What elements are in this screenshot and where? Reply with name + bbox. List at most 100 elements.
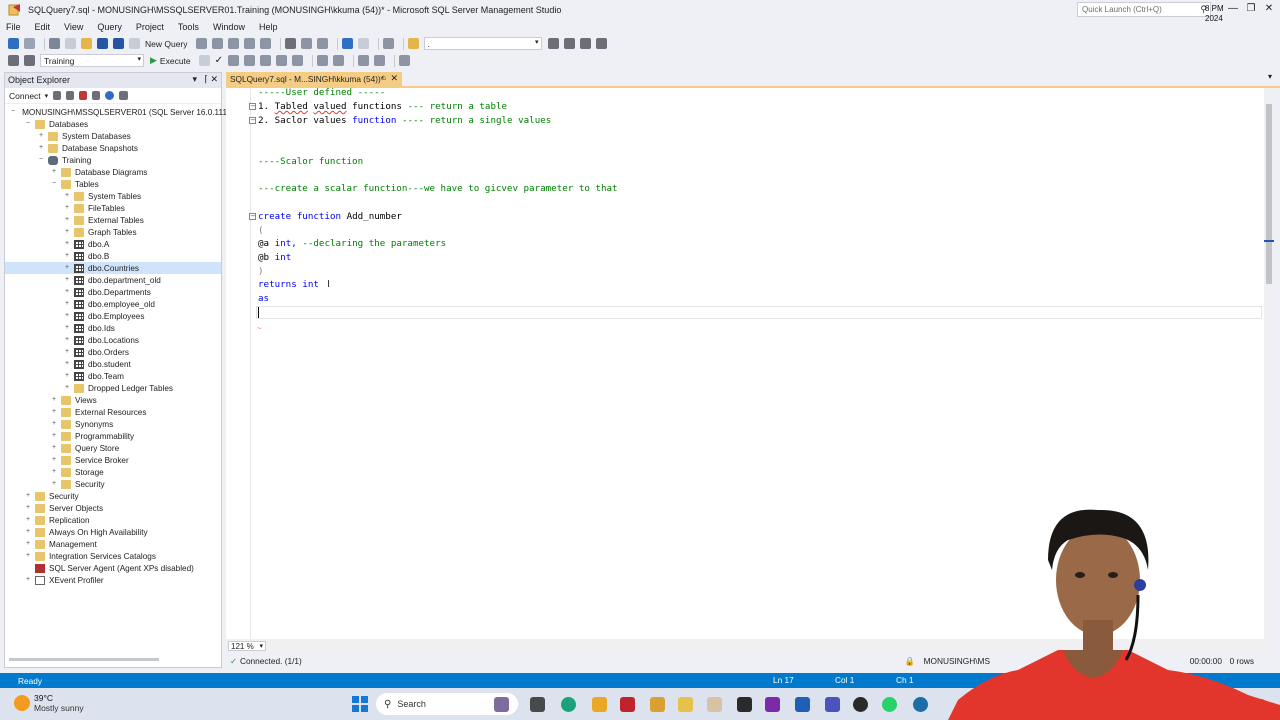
expand-icon[interactable]: + xyxy=(63,228,71,236)
expand-icon[interactable]: + xyxy=(63,360,71,368)
expand-icon[interactable]: + xyxy=(63,192,71,200)
tree-node[interactable]: + dbo.student xyxy=(5,358,221,370)
tree-node[interactable]: + System Tables xyxy=(5,190,221,202)
pin-icon[interactable]: ⌈ xyxy=(204,74,208,85)
tree-node[interactable]: + dbo.Countries xyxy=(5,262,221,274)
tree-node[interactable]: − MONUSINGH\MSSQLSERVER01 (SQL Server 16.… xyxy=(5,106,232,118)
windows-start-icon[interactable] xyxy=(352,696,368,712)
tree-node[interactable]: + dbo.Locations xyxy=(5,334,221,346)
parse-checkmark-icon[interactable]: ✓ xyxy=(215,55,223,66)
undo-icon[interactable] xyxy=(341,38,353,49)
close-button[interactable]: ✕ xyxy=(1258,0,1280,18)
expand-icon[interactable]: + xyxy=(63,252,71,260)
tree-node[interactable]: + XEvent Profiler xyxy=(5,574,221,586)
results-to-grid-icon[interactable] xyxy=(276,55,288,66)
toolbox-icon[interactable] xyxy=(579,38,591,49)
tree-node[interactable]: + Management xyxy=(5,538,221,550)
expand-icon[interactable]: + xyxy=(50,168,58,176)
expand-icon[interactable]: + xyxy=(63,216,71,224)
expand-icon[interactable]: + xyxy=(63,384,71,392)
tree-node[interactable]: + Query Store xyxy=(5,442,221,454)
collapse-toggle[interactable]: − xyxy=(249,117,256,124)
tree-node[interactable]: − Tables xyxy=(5,178,221,190)
expand-icon[interactable]: + xyxy=(63,300,71,308)
expand-icon[interactable]: + xyxy=(24,492,32,500)
expand-icon[interactable]: + xyxy=(50,444,58,452)
connect-button[interactable]: Connect xyxy=(9,91,41,101)
add-item-icon[interactable] xyxy=(65,38,76,49)
expand-icon[interactable]: + xyxy=(63,324,71,332)
expand-icon[interactable]: + xyxy=(24,528,32,536)
query-designer-icon[interactable] xyxy=(244,55,256,66)
activity-monitor-icon[interactable] xyxy=(119,91,129,100)
cancel-query-icon[interactable] xyxy=(198,55,210,66)
new-query-icon[interactable] xyxy=(129,38,140,49)
execute-button[interactable]: Execute xyxy=(160,56,191,66)
word-icon[interactable] xyxy=(795,697,810,712)
zoom-combo[interactable]: 121 % ▾ xyxy=(228,641,266,651)
menu-help[interactable]: Help xyxy=(259,22,278,32)
sticky-notes-icon[interactable] xyxy=(650,697,665,712)
save-all-icon[interactable] xyxy=(113,38,124,49)
tree-node[interactable]: + FileTables xyxy=(5,202,221,214)
collapse-icon[interactable]: − xyxy=(11,108,15,116)
window-position-icon[interactable]: ▾ xyxy=(192,74,197,85)
results-to-file-icon[interactable] xyxy=(292,55,304,66)
expand-icon[interactable]: + xyxy=(24,576,32,584)
menu-query[interactable]: Query xyxy=(97,22,122,32)
expand-icon[interactable]: + xyxy=(63,312,71,320)
edge-browser-icon[interactable] xyxy=(561,697,576,712)
refresh-icon[interactable] xyxy=(105,91,115,100)
solution-configuration-combo[interactable]: . ▾ xyxy=(423,37,542,50)
results-to-text-icon[interactable] xyxy=(260,55,272,66)
database-engine-query-icon[interactable] xyxy=(195,38,207,49)
connect-plug-icon[interactable] xyxy=(53,91,62,100)
tree-node[interactable]: + System Databases xyxy=(5,130,221,142)
forward-icon[interactable] xyxy=(24,38,35,49)
tree-node[interactable]: + Synonyms xyxy=(5,418,221,430)
collapse-icon[interactable]: − xyxy=(37,156,45,164)
tree-node[interactable]: + Server Objects xyxy=(5,502,221,514)
tree-node[interactable]: − Databases xyxy=(5,118,221,130)
available-databases-combo[interactable]: Training ▾ xyxy=(40,54,144,67)
whatsapp-icon[interactable] xyxy=(882,697,897,712)
menu-project[interactable]: Project xyxy=(136,22,164,32)
expand-icon[interactable]: + xyxy=(50,468,58,476)
analysis-query-icon[interactable] xyxy=(211,38,223,49)
tree-node[interactable]: + Replication xyxy=(5,514,221,526)
expand-icon[interactable]: + xyxy=(63,264,71,272)
tree-node[interactable]: + dbo.A xyxy=(5,238,221,250)
pin-icon[interactable]: ⌂ xyxy=(381,73,386,82)
weather-widget[interactable]: 39°C Mostly sunny xyxy=(14,693,84,713)
comment-icon[interactable] xyxy=(317,55,329,66)
execute-icon[interactable]: ▶ xyxy=(150,55,157,66)
menu-tools[interactable]: Tools xyxy=(178,22,199,32)
file-explorer-icon[interactable] xyxy=(592,697,607,712)
tree-node[interactable]: + Programmability xyxy=(5,430,221,442)
teams-icon[interactable] xyxy=(825,697,840,712)
activity-monitor-icon[interactable] xyxy=(382,38,394,49)
expand-icon[interactable]: + xyxy=(50,480,58,488)
notes-icon[interactable] xyxy=(678,697,693,712)
expand-icon[interactable]: + xyxy=(50,420,58,428)
dmx-query-icon[interactable] xyxy=(243,38,255,49)
tree-node[interactable]: + Security xyxy=(5,490,221,502)
scrollbar-thumb[interactable] xyxy=(1266,104,1272,284)
tree-node[interactable]: + External Tables xyxy=(5,214,221,226)
expand-icon[interactable]: + xyxy=(50,456,58,464)
tree-node[interactable]: + dbo.Ids xyxy=(5,322,221,334)
system-clock[interactable]: 8 PM 2024 xyxy=(1205,4,1224,24)
colorful-app-icon[interactable] xyxy=(494,697,509,712)
tree-node[interactable]: + dbo.B xyxy=(5,250,221,262)
horizontal-scrollbar[interactable] xyxy=(9,658,159,661)
quick-launch-input[interactable]: Quick Launch (Ctrl+Q) ⚲ xyxy=(1077,2,1211,17)
find-in-files-icon[interactable] xyxy=(407,38,419,49)
expand-icon[interactable]: + xyxy=(63,372,71,380)
tab-sqlquery7[interactable]: SQLQuery7.sql - M...SINGH\kkuma (54))* ⌂… xyxy=(226,72,402,86)
properties-icon[interactable] xyxy=(547,38,559,49)
collapse-icon[interactable]: − xyxy=(24,120,32,128)
tree-node[interactable]: + Security xyxy=(5,478,221,490)
uncomment-icon[interactable] xyxy=(333,55,345,66)
new-project-icon[interactable] xyxy=(49,38,60,49)
tree-node[interactable]: + Database Snapshots xyxy=(5,142,221,154)
